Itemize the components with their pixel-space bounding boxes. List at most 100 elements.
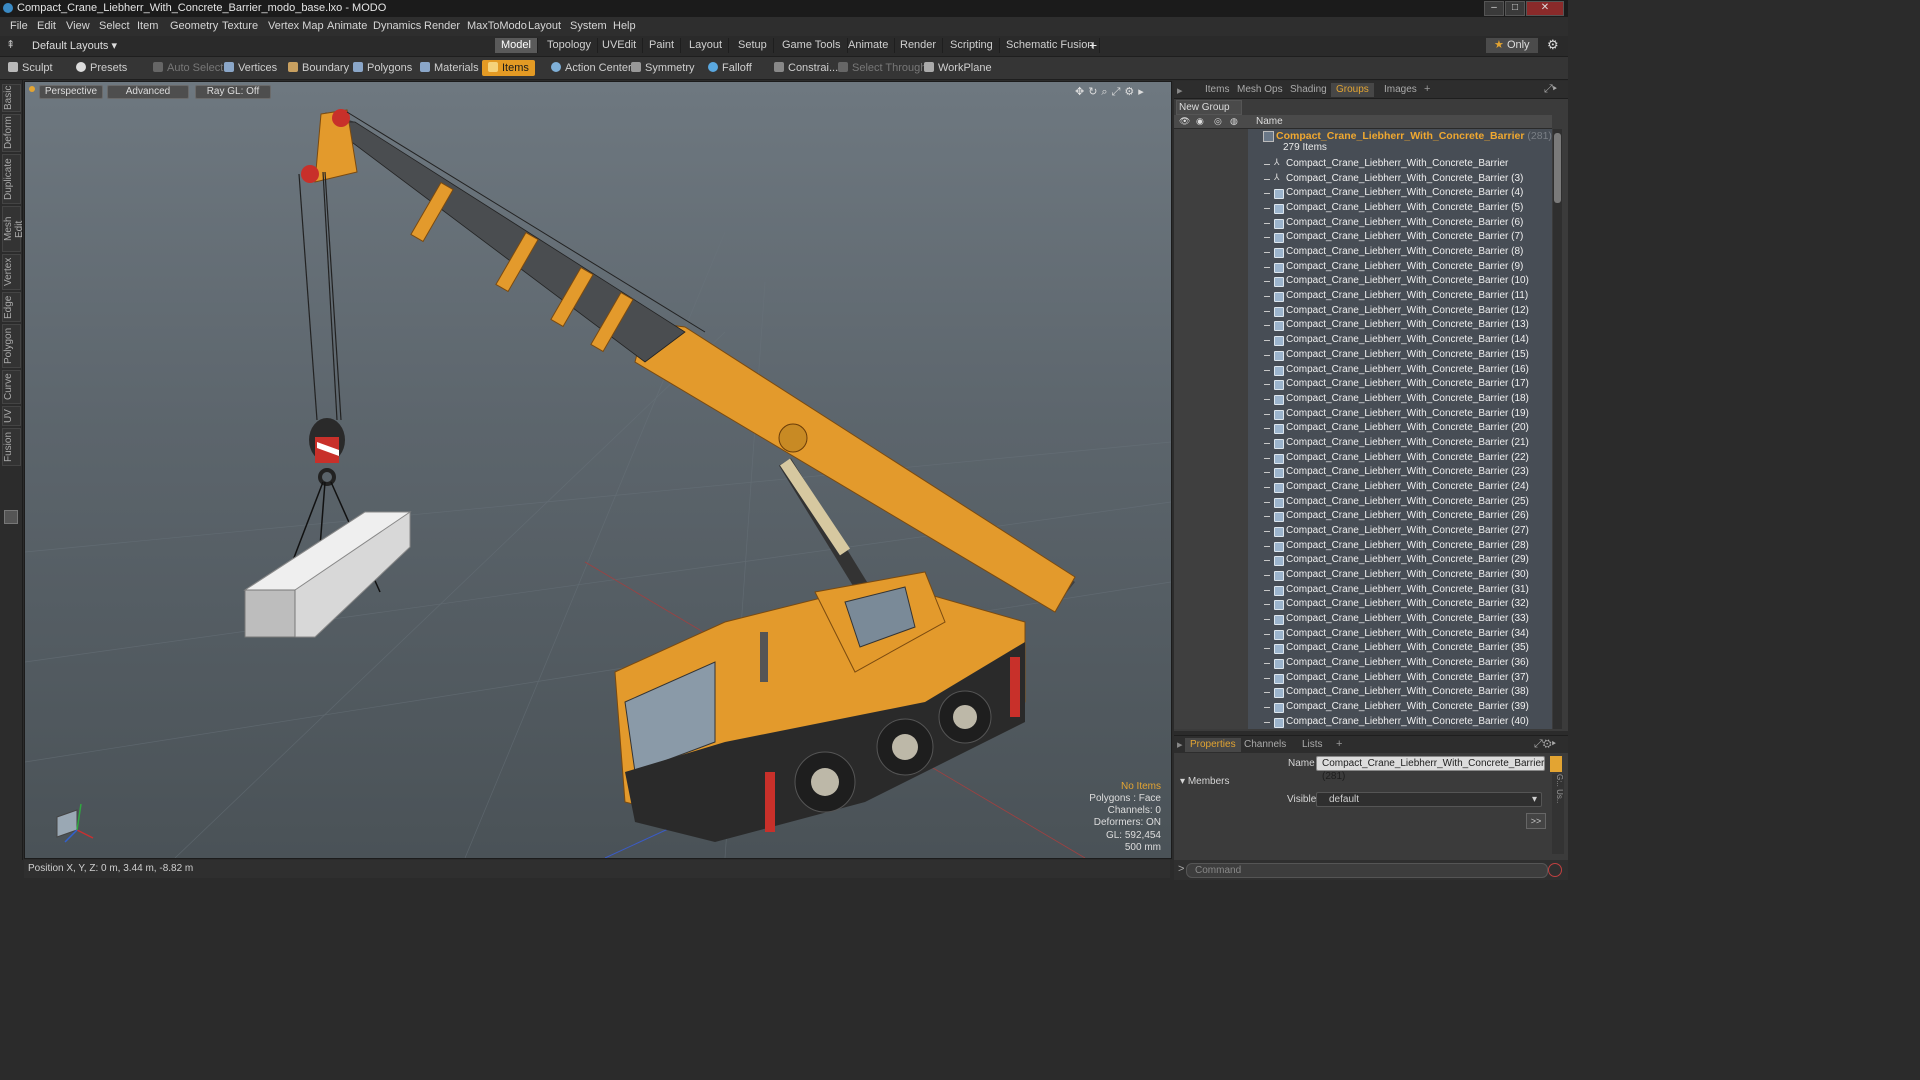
menu-render[interactable]: Render	[424, 20, 460, 32]
menu-file[interactable]: File	[10, 20, 28, 32]
visible-dropdown[interactable]: default ▾	[1316, 792, 1542, 807]
group-row[interactable]: Compact_Crane_Liebherr_With_Concrete_Bar…	[1248, 129, 1552, 155]
materials-button[interactable]: Materials	[420, 60, 479, 76]
list-item[interactable]: Compact_Crane_Liebherr_With_Concrete_Bar…	[1174, 274, 1552, 289]
menu-texture[interactable]: Texture	[222, 20, 258, 32]
list-item[interactable]: ⅄ Compact_Crane_Liebherr_With_Concrete_Ba…	[1174, 172, 1552, 187]
list-item[interactable]: Compact_Crane_Liebherr_With_Concrete_Bar…	[1174, 495, 1552, 510]
lock-col-icon[interactable]: ◉	[1196, 116, 1204, 127]
auto-select-button[interactable]: Auto Select	[153, 60, 223, 76]
list-item[interactable]: Compact_Crane_Liebherr_With_Concrete_Bar…	[1174, 465, 1552, 480]
list-item[interactable]: Compact_Crane_Liebherr_With_Concrete_Bar…	[1174, 509, 1552, 524]
list-item[interactable]: Compact_Crane_Liebherr_With_Concrete_Bar…	[1174, 333, 1552, 348]
menu-view[interactable]: View	[66, 20, 90, 32]
vtab-mesh-edit[interactable]: Mesh Edit	[2, 206, 25, 252]
gear-icon[interactable]: ⚙	[1547, 37, 1559, 53]
sculpt-button[interactable]: Sculpt	[8, 60, 53, 76]
add-props-tab-button[interactable]: +	[1336, 738, 1342, 750]
vtab-polygon[interactable]: Polygon	[2, 324, 21, 368]
tab-animate[interactable]: Animate	[842, 38, 896, 53]
presets-button[interactable]: Presets	[76, 60, 127, 76]
close-icon[interactable]: ✕	[1526, 1, 1564, 16]
vtab-uv[interactable]: UV	[2, 406, 21, 426]
list-item[interactable]: Compact_Crane_Liebherr_With_Concrete_Bar…	[1174, 245, 1552, 260]
menu-maxtomodo[interactable]: MaxToModo	[467, 20, 527, 32]
menu-system[interactable]: System	[570, 20, 607, 32]
list-item[interactable]: Compact_Crane_Liebherr_With_Concrete_Bar…	[1174, 289, 1552, 304]
list-item[interactable]: Compact_Crane_Liebherr_With_Concrete_Bar…	[1174, 700, 1552, 715]
list-item[interactable]: Compact_Crane_Liebherr_With_Concrete_Bar…	[1174, 583, 1552, 598]
constrain-button[interactable]: Constrai...	[774, 60, 838, 76]
list-item[interactable]: Compact_Crane_Liebherr_With_Concrete_Bar…	[1174, 641, 1552, 656]
list-item[interactable]: Compact_Crane_Liebherr_With_Concrete_Bar…	[1174, 318, 1552, 333]
list-item[interactable]: Compact_Crane_Liebherr_With_Concrete_Bar…	[1174, 656, 1552, 671]
scroll-thumb[interactable]	[1554, 133, 1561, 203]
list-item[interactable]: Compact_Crane_Liebherr_With_Concrete_Bar…	[1174, 553, 1552, 568]
vtab-duplicate[interactable]: Duplicate	[2, 154, 21, 204]
vtab-deform[interactable]: Deform	[2, 114, 21, 152]
record-icon[interactable]	[1548, 863, 1562, 877]
menu-dynamics[interactable]: Dynamics	[373, 20, 421, 32]
list-item[interactable]: Compact_Crane_Liebherr_With_Concrete_Bar…	[1174, 597, 1552, 612]
tab-setup[interactable]: Setup	[732, 38, 774, 53]
minimize-icon[interactable]: –	[1484, 1, 1504, 16]
list-item[interactable]: Compact_Crane_Liebherr_With_Concrete_Bar…	[1174, 685, 1552, 700]
polygons-button[interactable]: Polygons	[353, 60, 412, 76]
list-item[interactable]: Compact_Crane_Liebherr_With_Concrete_Bar…	[1174, 186, 1552, 201]
new-group-button[interactable]: New Group	[1176, 100, 1242, 115]
maximize-icon[interactable]: □	[1505, 1, 1525, 16]
props-expand-icon[interactable]: ⤢⚙▸	[1534, 738, 1556, 751]
layout-preset-dropdown[interactable]: Default Layouts ▾	[32, 39, 117, 52]
tab-schematic-fusion[interactable]: Schematic Fusion	[1000, 38, 1101, 53]
tab-images[interactable]: Images	[1379, 83, 1422, 97]
add-panel-tab-button[interactable]: +	[1424, 83, 1430, 95]
menu-edit[interactable]: Edit	[37, 20, 56, 32]
workplane-button[interactable]: WorkPlane	[924, 60, 992, 76]
render-col-icon[interactable]: ◎	[1214, 116, 1222, 127]
column-name[interactable]: Name	[1256, 116, 1283, 127]
group-list[interactable]: Compact_Crane_Liebherr_With_Concrete_Bar…	[1174, 129, 1552, 729]
tab-items[interactable]: Items	[1200, 83, 1234, 97]
list-item[interactable]: Compact_Crane_Liebherr_With_Concrete_Bar…	[1174, 627, 1552, 642]
tab-uvedit[interactable]: UVEdit	[596, 38, 644, 53]
list-item[interactable]: Compact_Crane_Liebherr_With_Concrete_Bar…	[1174, 201, 1552, 216]
expand-panel-icon[interactable]: ⤢▸	[1544, 83, 1557, 96]
tab-layout[interactable]: Layout	[683, 38, 730, 53]
vtab-curve[interactable]: Curve	[2, 370, 21, 404]
list-item[interactable]: Compact_Crane_Liebherr_With_Concrete_Bar…	[1174, 216, 1552, 231]
menu-geometry[interactable]: Geometry	[170, 20, 218, 32]
list-item[interactable]: Compact_Crane_Liebherr_With_Concrete_Bar…	[1174, 612, 1552, 627]
tool-palette-icon[interactable]	[4, 510, 18, 524]
list-item[interactable]: Compact_Crane_Liebherr_With_Concrete_Bar…	[1174, 671, 1552, 686]
tab-lists[interactable]: Lists	[1297, 738, 1328, 752]
panel-menu-icon[interactable]: ▸	[1177, 84, 1183, 97]
menu-vertex-map[interactable]: Vertex Map	[268, 20, 324, 32]
items-button[interactable]: Items	[482, 60, 535, 76]
tab-model[interactable]: Model	[495, 38, 538, 53]
command-input[interactable]: Command	[1186, 863, 1548, 878]
list-item[interactable]: Compact_Crane_Liebherr_With_Concrete_Bar…	[1174, 260, 1552, 275]
tab-channels[interactable]: Channels	[1239, 738, 1291, 752]
tab-mesh-ops[interactable]: Mesh Ops	[1232, 83, 1288, 97]
vtab-edge[interactable]: Edge	[2, 292, 21, 322]
list-item[interactable]: Compact_Crane_Liebherr_With_Concrete_Bar…	[1174, 392, 1552, 407]
list-item[interactable]: Compact_Crane_Liebherr_With_Concrete_Bar…	[1174, 407, 1552, 422]
add-tab-button[interactable]: +	[1089, 37, 1097, 53]
list-item[interactable]: Compact_Crane_Liebherr_With_Concrete_Bar…	[1174, 348, 1552, 363]
list-item[interactable]: Compact_Crane_Liebherr_With_Concrete_Bar…	[1174, 715, 1552, 729]
tab-properties[interactable]: Properties	[1185, 738, 1241, 752]
action-center-button[interactable]: Action Center	[551, 60, 632, 76]
list-item[interactable]: Compact_Crane_Liebherr_With_Concrete_Bar…	[1174, 568, 1552, 583]
name-field-menu-icon[interactable]	[1550, 756, 1562, 772]
list-item[interactable]: Compact_Crane_Liebherr_With_Concrete_Bar…	[1174, 480, 1552, 495]
menu-item[interactable]: Item	[137, 20, 158, 32]
tab-scripting[interactable]: Scripting	[944, 38, 1000, 53]
list-item[interactable]: Compact_Crane_Liebherr_With_Concrete_Bar…	[1174, 363, 1552, 378]
name-field[interactable]: Compact_Crane_Liebherr_With_Concrete_Bar…	[1316, 756, 1545, 782]
falloff-button[interactable]: Falloff	[708, 60, 752, 76]
vtab-vertex[interactable]: Vertex	[2, 254, 21, 290]
list-item[interactable]: Compact_Crane_Liebherr_With_Concrete_Bar…	[1174, 377, 1552, 392]
tab-game-tools[interactable]: Game Tools	[776, 38, 848, 53]
boundary-button[interactable]: Boundary	[288, 60, 349, 76]
list-item[interactable]: Compact_Crane_Liebherr_With_Concrete_Bar…	[1174, 451, 1552, 466]
